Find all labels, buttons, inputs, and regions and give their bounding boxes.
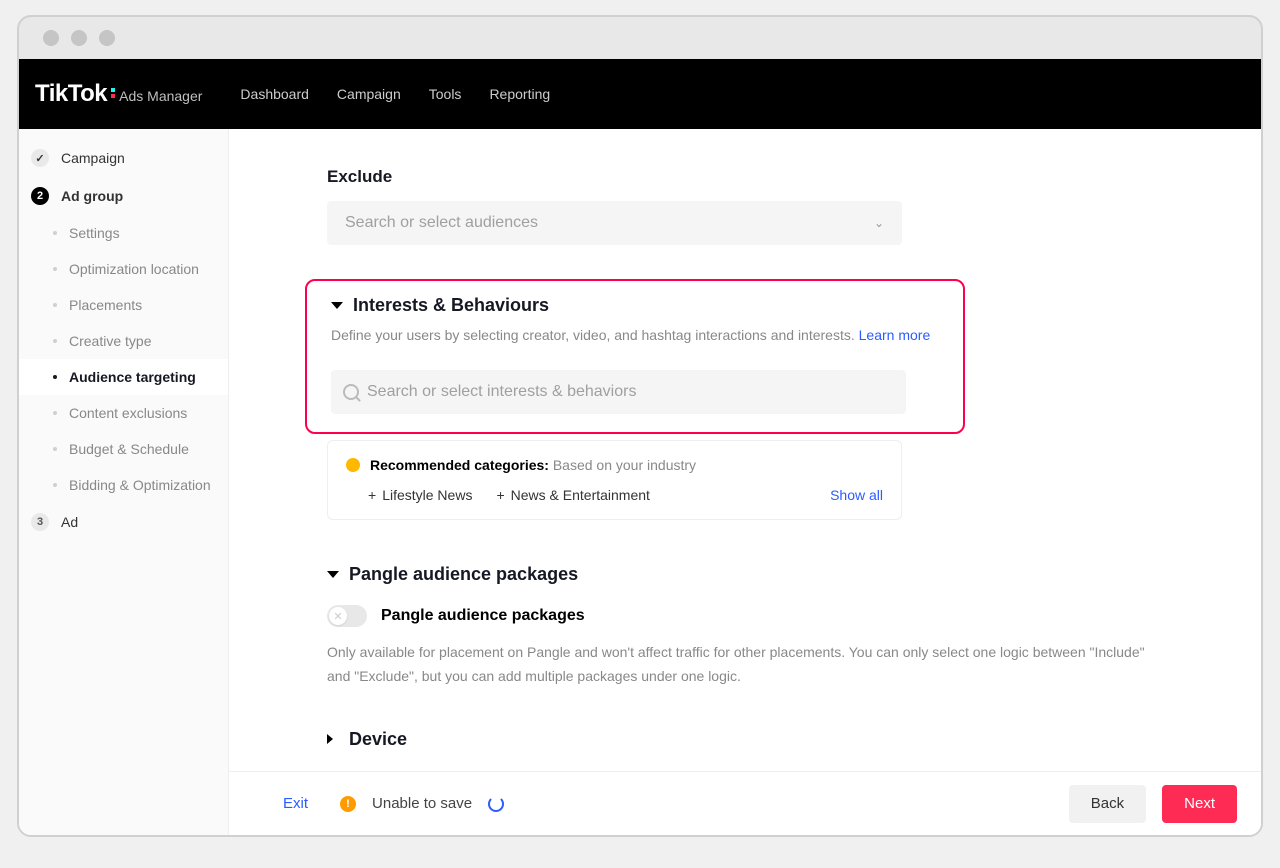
nav-tools[interactable]: Tools bbox=[429, 86, 462, 102]
section-header[interactable]: Interests & Behaviours bbox=[331, 295, 939, 316]
sidebar-sub-bidding-optimization[interactable]: Bidding & Optimization bbox=[19, 467, 228, 503]
section-header[interactable]: Device bbox=[327, 729, 1201, 750]
sidebar-sub-optimization-location[interactable]: Optimization location bbox=[19, 251, 228, 287]
step-badge: 3 bbox=[31, 513, 49, 531]
step-badge: 2 bbox=[31, 187, 49, 205]
logo-block[interactable]: TikTok Ads Manager bbox=[35, 80, 202, 108]
interests-search-input[interactable]: Search or select interests & behaviors bbox=[331, 370, 906, 414]
nav-reporting[interactable]: Reporting bbox=[489, 86, 550, 102]
sidebar-item-label: Bidding & Optimization bbox=[69, 477, 211, 493]
sidebar-item-label: Optimization location bbox=[69, 261, 199, 277]
sidebar-item-label: Campaign bbox=[61, 150, 125, 166]
device-section: Device bbox=[327, 729, 1201, 750]
logo-subtitle: Ads Manager bbox=[119, 88, 202, 104]
nav-campaign[interactable]: Campaign bbox=[337, 86, 401, 102]
warning-icon: ! bbox=[340, 796, 356, 812]
sidebar-sub-creative-type[interactable]: Creative type bbox=[19, 323, 228, 359]
caret-down-icon bbox=[327, 571, 339, 578]
caret-right-icon bbox=[327, 734, 339, 744]
toggle-label: Pangle audience packages bbox=[381, 607, 585, 625]
browser-titlebar bbox=[19, 17, 1261, 59]
window-dot[interactable] bbox=[71, 30, 87, 46]
sidebar-item-label: Creative type bbox=[69, 333, 151, 349]
sidebar-item-ad[interactable]: 3 Ad bbox=[19, 503, 228, 541]
sidebar-item-label: Budget & Schedule bbox=[69, 441, 189, 457]
lightbulb-icon bbox=[346, 458, 360, 472]
exclude-label: Exclude bbox=[327, 167, 1201, 187]
window-dot[interactable] bbox=[99, 30, 115, 46]
section-title: Pangle audience packages bbox=[349, 564, 578, 585]
next-button[interactable]: Next bbox=[1162, 785, 1237, 823]
reco-sublabel: Based on your industry bbox=[549, 457, 696, 473]
sidebar-item-label: Ad group bbox=[61, 188, 123, 204]
save-status: Unable to save bbox=[372, 795, 472, 812]
app-root: TikTok Ads Manager Dashboard Campaign To… bbox=[19, 59, 1261, 837]
caret-down-icon bbox=[331, 302, 343, 309]
logo-colon-icon bbox=[111, 88, 115, 98]
sidebar-sub-budget-schedule[interactable]: Budget & Schedule bbox=[19, 431, 228, 467]
exit-button[interactable]: Exit bbox=[283, 795, 308, 812]
exclude-audience-select[interactable]: Search or select audiences ⌄ bbox=[327, 201, 902, 245]
section-description: Define your users by selecting creator, … bbox=[331, 324, 939, 346]
nav-dashboard[interactable]: Dashboard bbox=[240, 86, 309, 102]
sidebar-item-campaign[interactable]: ✓ Campaign bbox=[19, 139, 228, 177]
select-placeholder: Search or select audiences bbox=[345, 214, 538, 232]
reco-label: Recommended categories: bbox=[370, 457, 549, 473]
search-icon bbox=[343, 384, 359, 400]
toggle-knob-off-icon: ✕ bbox=[329, 607, 347, 625]
sidebar-item-label: Ad bbox=[61, 514, 78, 530]
show-all-link[interactable]: Show all bbox=[830, 487, 883, 503]
sidebar-sub-audience-targeting[interactable]: Audience targeting bbox=[19, 359, 228, 395]
category-chip-news-entertainment[interactable]: + News & Entertainment bbox=[496, 487, 649, 503]
pangle-toggle[interactable]: ✕ bbox=[327, 605, 367, 627]
sidebar: ✓ Campaign 2 Ad group Settings Optimizat… bbox=[19, 129, 229, 837]
pangle-description: Only available for placement on Pangle a… bbox=[327, 641, 1147, 689]
browser-window: TikTok Ads Manager Dashboard Campaign To… bbox=[17, 15, 1263, 837]
exclude-section: Exclude Search or select audiences ⌄ bbox=[327, 167, 1201, 245]
sidebar-item-label: Content exclusions bbox=[69, 405, 187, 421]
category-chip-lifestyle-news[interactable]: + Lifestyle News bbox=[368, 487, 472, 503]
main-panel: Exclude Search or select audiences ⌄ Int… bbox=[229, 129, 1261, 830]
header-nav: Dashboard Campaign Tools Reporting bbox=[240, 86, 550, 102]
app-body: ✓ Campaign 2 Ad group Settings Optimizat… bbox=[19, 129, 1261, 837]
footer-bar: Exit ! Unable to save Back Next bbox=[229, 771, 1261, 835]
sidebar-sub-placements[interactable]: Placements bbox=[19, 287, 228, 323]
learn-more-link[interactable]: Learn more bbox=[859, 327, 931, 343]
search-placeholder: Search or select interests & behaviors bbox=[367, 383, 636, 401]
window-dot[interactable] bbox=[43, 30, 59, 46]
recommended-categories-card: Recommended categories: Based on your in… bbox=[327, 440, 902, 520]
logo: TikTok bbox=[35, 80, 107, 108]
chevron-down-icon: ⌄ bbox=[874, 216, 884, 230]
sidebar-item-label: Settings bbox=[69, 225, 120, 241]
sidebar-item-label: Placements bbox=[69, 297, 142, 313]
back-button[interactable]: Back bbox=[1069, 785, 1146, 823]
pangle-section: Pangle audience packages ✕ Pangle audien… bbox=[327, 564, 1201, 689]
refresh-icon[interactable] bbox=[488, 796, 504, 812]
section-title: Interests & Behaviours bbox=[353, 295, 549, 316]
interests-behaviours-section: Interests & Behaviours Define your users… bbox=[305, 279, 965, 434]
check-icon: ✓ bbox=[31, 149, 49, 167]
sidebar-sub-content-exclusions[interactable]: Content exclusions bbox=[19, 395, 228, 431]
sidebar-item-adgroup[interactable]: 2 Ad group bbox=[19, 177, 228, 215]
sidebar-item-label: Audience targeting bbox=[69, 369, 196, 385]
section-title: Device bbox=[349, 729, 407, 750]
app-header: TikTok Ads Manager Dashboard Campaign To… bbox=[19, 59, 1261, 129]
section-header[interactable]: Pangle audience packages bbox=[327, 564, 1201, 585]
sidebar-sub-settings[interactable]: Settings bbox=[19, 215, 228, 251]
